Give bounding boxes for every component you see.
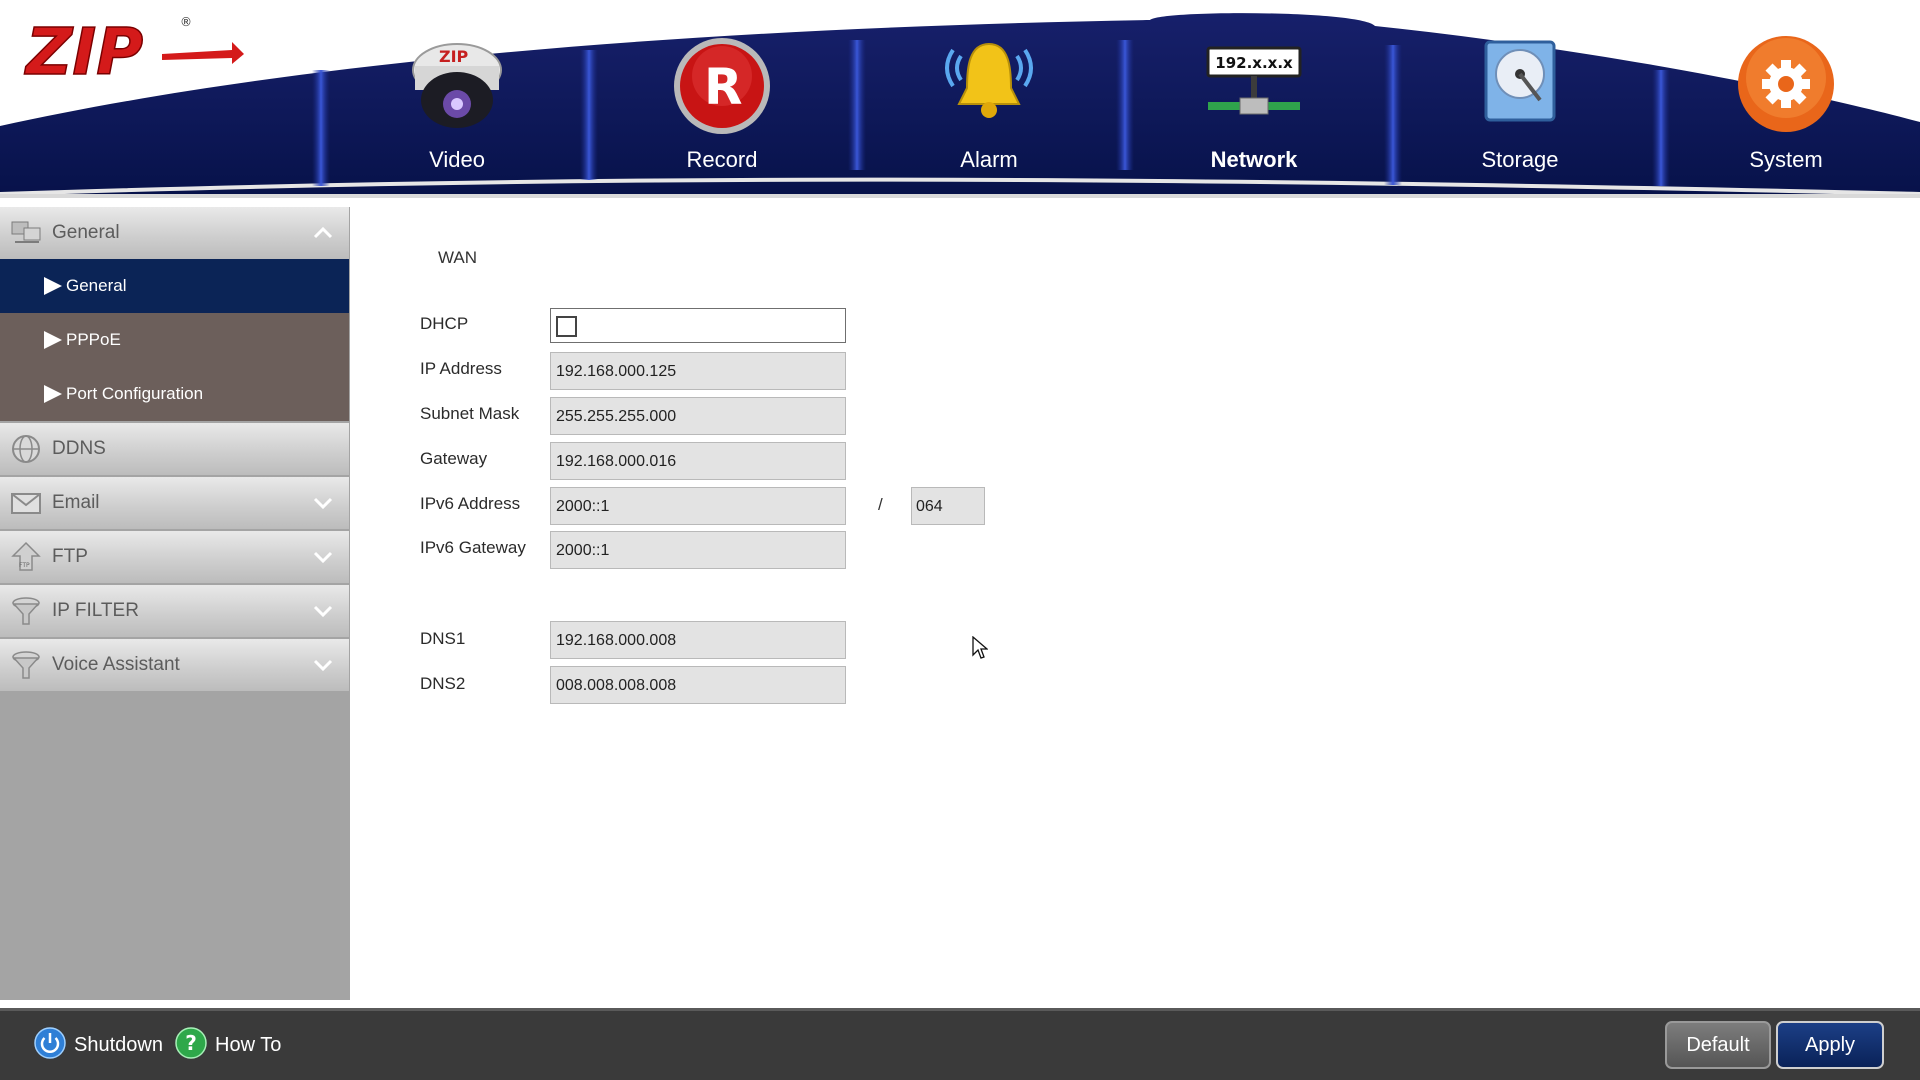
chevron-down-icon (313, 601, 333, 621)
sidebar-category-label: Voice Assistant (52, 654, 180, 675)
sidebar-category-label: DDNS (52, 438, 106, 459)
sidebar-category-ddns[interactable]: DDNS (0, 423, 349, 475)
triangle-right-icon (42, 383, 64, 405)
sidebar-category-label: General (52, 222, 120, 243)
nav-system[interactable]: System (1686, 20, 1886, 180)
network-icon: 192.x.x.x (1204, 28, 1304, 136)
dns2-label: DNS2 (420, 674, 466, 693)
chevron-down-icon (313, 655, 333, 675)
section-title-wan: WAN (438, 248, 478, 267)
subnet-mask-field[interactable]: 255.255.255.000 (550, 397, 846, 435)
how-to-label: How To (215, 1033, 282, 1056)
ipv6-prefix-separator: / (878, 495, 883, 514)
subnet-mask-label: Subnet Mask (420, 404, 520, 423)
help-icon: ? (175, 1027, 207, 1063)
ipv6-address-field[interactable]: 2000::1 (550, 487, 846, 525)
nav-video-label: Video (429, 147, 485, 172)
shutdown-button[interactable]: Shutdown (34, 1027, 163, 1063)
svg-text:ZIP: ZIP (439, 47, 469, 66)
top-nav-bar: ZIP ® ZIP Video R Record Alarm 192.x.x.x… (0, 0, 1920, 198)
sidebar-category-ip-filter[interactable]: IP FILTER (0, 585, 349, 637)
sidebar-category-email[interactable]: Email (0, 477, 349, 529)
ipv6-gateway-field[interactable]: 2000::1 (550, 531, 846, 569)
svg-text:ZIP: ZIP (24, 16, 143, 90)
gateway-label: Gateway (420, 449, 488, 468)
ftp-icon: FTP (9, 540, 43, 574)
how-to-button[interactable]: ? How To (175, 1027, 281, 1063)
nav-record-label: Record (686, 147, 758, 172)
zip-logo: ZIP ® (22, 10, 252, 91)
sidebar-category-label: IP FILTER (52, 600, 139, 621)
filter-icon (9, 594, 43, 628)
ip-address-field[interactable]: 192.168.000.125 (550, 352, 846, 390)
gateway-field[interactable]: 192.168.000.016 (550, 442, 846, 480)
svg-text:?: ? (185, 1031, 197, 1055)
dns1-field[interactable]: 192.168.000.008 (550, 621, 846, 659)
nav-storage-label: Storage (1481, 147, 1559, 172)
nav-storage[interactable]: Storage (1420, 20, 1620, 180)
triangle-right-icon (42, 275, 64, 297)
sidebar-category-label: FTP (52, 546, 88, 567)
nav-alarm[interactable]: Alarm (889, 20, 1089, 180)
gear-icon (1736, 28, 1836, 136)
svg-text:FTP: FTP (19, 562, 30, 569)
network-general-panel: WAN DHCP IP Address 192.168.000.125 Subn… (350, 198, 1920, 1008)
sidebar-category-voice-assistant[interactable]: Voice Assistant (0, 639, 349, 691)
sidebar-item-label: Port Configuration (66, 384, 204, 403)
power-icon (34, 1027, 66, 1063)
dns2-field[interactable]: 008.008.008.008 (550, 666, 846, 704)
general-submenu: General PPPoE Port Configuration (0, 259, 349, 421)
chevron-down-icon (313, 493, 333, 513)
dhcp-checkbox[interactable] (556, 316, 577, 337)
sidebar-item-port-configuration[interactable]: Port Configuration (0, 367, 349, 421)
mouse-pointer-icon (972, 635, 989, 664)
ipv6-gateway-label: IPv6 Gateway (420, 538, 526, 557)
sidebar: General General PPPoE Port Configuration (0, 207, 350, 1000)
sidebar-category-ftp[interactable]: FTP FTP (0, 531, 349, 583)
filter-icon (9, 648, 43, 682)
envelope-icon (9, 486, 43, 520)
svg-text:®: ® (180, 15, 192, 29)
sidebar-item-label: PPPoE (66, 330, 121, 349)
shutdown-label: Shutdown (74, 1033, 163, 1056)
ip-address-label: IP Address (420, 359, 502, 378)
ipv6-address-label: IPv6 Address (420, 494, 521, 513)
globe-icon (9, 432, 43, 466)
hard-drive-icon (1470, 28, 1570, 136)
dhcp-field (550, 308, 846, 343)
nav-system-label: System (1749, 147, 1823, 172)
camera-icon: ZIP (407, 28, 507, 136)
bell-icon (939, 28, 1039, 136)
svg-text:R: R (704, 58, 743, 116)
chevron-up-icon (313, 223, 333, 243)
network-general-icon (9, 216, 43, 250)
sidebar-category-label: Email (52, 492, 100, 513)
nav-alarm-label: Alarm (960, 147, 1018, 172)
default-button[interactable]: Default (1665, 1021, 1771, 1069)
chevron-down-icon (313, 547, 333, 567)
apply-button[interactable]: Apply (1776, 1021, 1884, 1069)
footer-bar: Shutdown ? How To Default Apply (0, 1008, 1920, 1080)
nav-network[interactable]: 192.x.x.x Network (1154, 20, 1354, 180)
nav-video[interactable]: ZIP Video (357, 20, 557, 180)
ipv6-prefix-length-field[interactable]: 064 (911, 487, 985, 525)
triangle-right-icon (42, 329, 64, 351)
sidebar-item-pppoe[interactable]: PPPoE (0, 313, 349, 367)
sidebar-item-general[interactable]: General (0, 259, 349, 313)
sidebar-item-label: General (66, 276, 127, 295)
sidebar-category-general[interactable]: General (0, 207, 349, 259)
record-icon: R (672, 28, 772, 136)
dhcp-label: DHCP (420, 314, 469, 333)
svg-text:192.x.x.x: 192.x.x.x (1215, 54, 1293, 72)
dns1-label: DNS1 (420, 629, 466, 648)
nav-network-label: Network (1210, 147, 1298, 172)
nav-record[interactable]: R Record (622, 20, 822, 180)
